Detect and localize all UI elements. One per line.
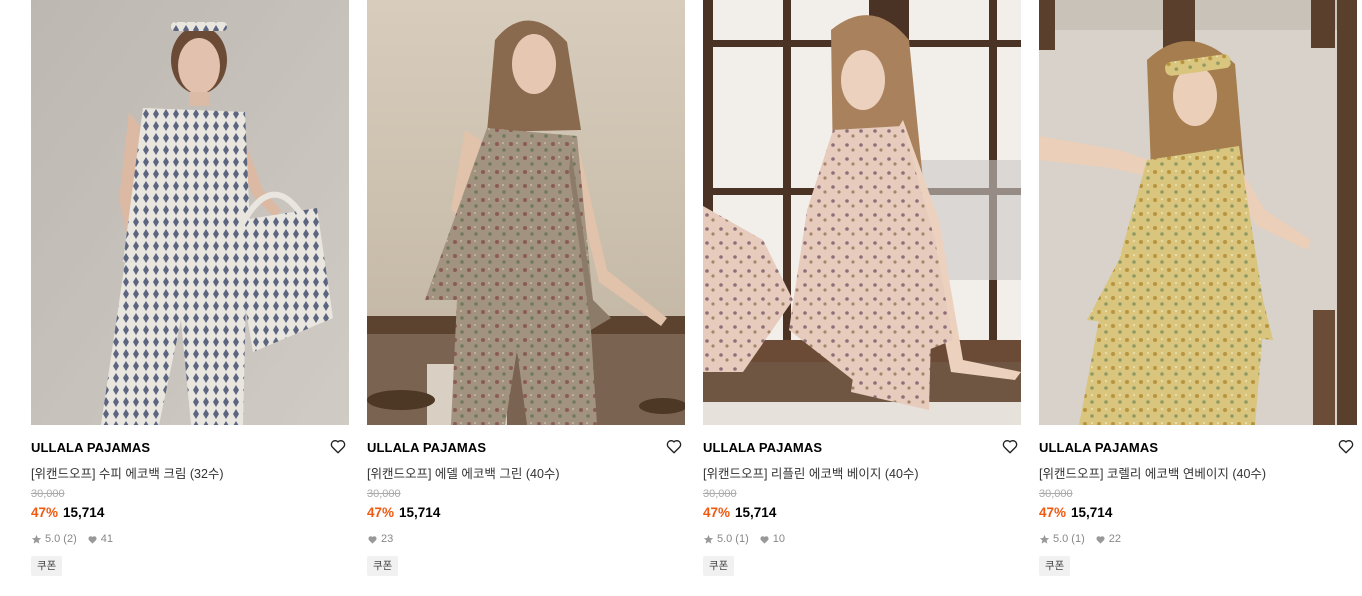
wishlist-heart-icon[interactable] <box>1001 437 1019 455</box>
coupon-badge: 쿠폰 <box>703 556 735 576</box>
rating-value: 5.0 <box>717 533 733 545</box>
original-price: 30,000 <box>703 488 737 500</box>
product-meta: 5.0 (1) 10 <box>703 533 795 545</box>
heart-filled-icon <box>367 534 378 545</box>
likes-group: 10 <box>759 533 785 545</box>
likes-count: 10 <box>772 533 785 545</box>
product-name[interactable]: [위캔드오프] 코렐리 에코백 연베이지 (40수) <box>1039 463 1266 482</box>
product-image[interactable] <box>703 0 1021 425</box>
coupon-badge: 쿠폰 <box>1039 556 1071 576</box>
price-row: 47% 15,714 <box>367 505 440 520</box>
discount-rate: 47% <box>367 505 395 520</box>
product-meta: 5.0 (2) 41 <box>31 533 123 545</box>
star-icon <box>703 534 714 545</box>
price-row: 47% 15,714 <box>1039 505 1112 520</box>
product-image[interactable] <box>31 0 349 425</box>
star-icon <box>1039 534 1050 545</box>
review-count: (1) <box>1071 533 1085 545</box>
sale-price: 15,714 <box>63 505 105 520</box>
review-count: (2) <box>63 533 77 545</box>
heart-filled-icon <box>1095 534 1106 545</box>
price-row: 47% 15,714 <box>31 505 104 520</box>
likes-count: 22 <box>1108 533 1121 545</box>
likes-group: 22 <box>1095 533 1121 545</box>
sale-price: 15,714 <box>1071 505 1113 520</box>
product-name[interactable]: [위캔드오프] 에델 에코백 그린 (40수) <box>367 463 560 482</box>
discount-rate: 47% <box>31 505 59 520</box>
product-meta: 5.0 (1) 22 <box>1039 533 1131 545</box>
wishlist-heart-icon[interactable] <box>665 437 683 455</box>
heart-filled-icon <box>759 534 770 545</box>
product-card[interactable]: ULLALA PAJAMAS [위캔드오프] 수피 에코백 크림 (32수) 3… <box>31 0 349 596</box>
rating-value: 5.0 <box>45 533 61 545</box>
rating-value: 5.0 <box>1053 533 1069 545</box>
coupon-badge: 쿠폰 <box>367 556 399 576</box>
likes-count: 41 <box>100 533 113 545</box>
discount-rate: 47% <box>703 505 731 520</box>
product-card[interactable]: ULLALA PAJAMAS [위캔드오프] 코렐리 에코백 연베이지 (40수… <box>1039 0 1357 596</box>
brand-name[interactable]: ULLALA PAJAMAS <box>31 440 150 455</box>
coupon-badge: 쿠폰 <box>31 556 63 576</box>
discount-rate: 47% <box>1039 505 1067 520</box>
star-icon <box>31 534 42 545</box>
product-name[interactable]: [위캔드오프] 리플린 에코백 베이지 (40수) <box>703 463 919 482</box>
rating-group: 5.0 (1) <box>1039 533 1085 545</box>
product-image[interactable] <box>367 0 685 425</box>
product-grid: ULLALA PAJAMAS [위캔드오프] 수피 에코백 크림 (32수) 3… <box>31 0 1357 596</box>
rating-group: 5.0 (1) <box>703 533 749 545</box>
original-price: 30,000 <box>367 488 401 500</box>
likes-group: 23 <box>367 533 393 545</box>
heart-filled-icon <box>87 534 98 545</box>
likes-count: 23 <box>381 533 394 545</box>
original-price: 30,000 <box>31 488 65 500</box>
product-card[interactable]: ULLALA PAJAMAS [위캔드오프] 에델 에코백 그린 (40수) 3… <box>367 0 685 596</box>
likes-group: 41 <box>87 533 113 545</box>
original-price: 30,000 <box>1039 488 1073 500</box>
review-count: (1) <box>735 533 749 545</box>
brand-name[interactable]: ULLALA PAJAMAS <box>367 440 486 455</box>
brand-name[interactable]: ULLALA PAJAMAS <box>703 440 822 455</box>
product-meta: 23 <box>367 533 403 545</box>
wishlist-heart-icon[interactable] <box>329 437 347 455</box>
sale-price: 15,714 <box>399 505 441 520</box>
product-image[interactable] <box>1039 0 1357 425</box>
rating-group: 5.0 (2) <box>31 533 77 545</box>
brand-name[interactable]: ULLALA PAJAMAS <box>1039 440 1158 455</box>
price-row: 47% 15,714 <box>703 505 776 520</box>
sale-price: 15,714 <box>735 505 777 520</box>
wishlist-heart-icon[interactable] <box>1337 437 1355 455</box>
product-card[interactable]: ULLALA PAJAMAS [위캔드오프] 리플린 에코백 베이지 (40수)… <box>703 0 1021 596</box>
product-name[interactable]: [위캔드오프] 수피 에코백 크림 (32수) <box>31 463 224 482</box>
